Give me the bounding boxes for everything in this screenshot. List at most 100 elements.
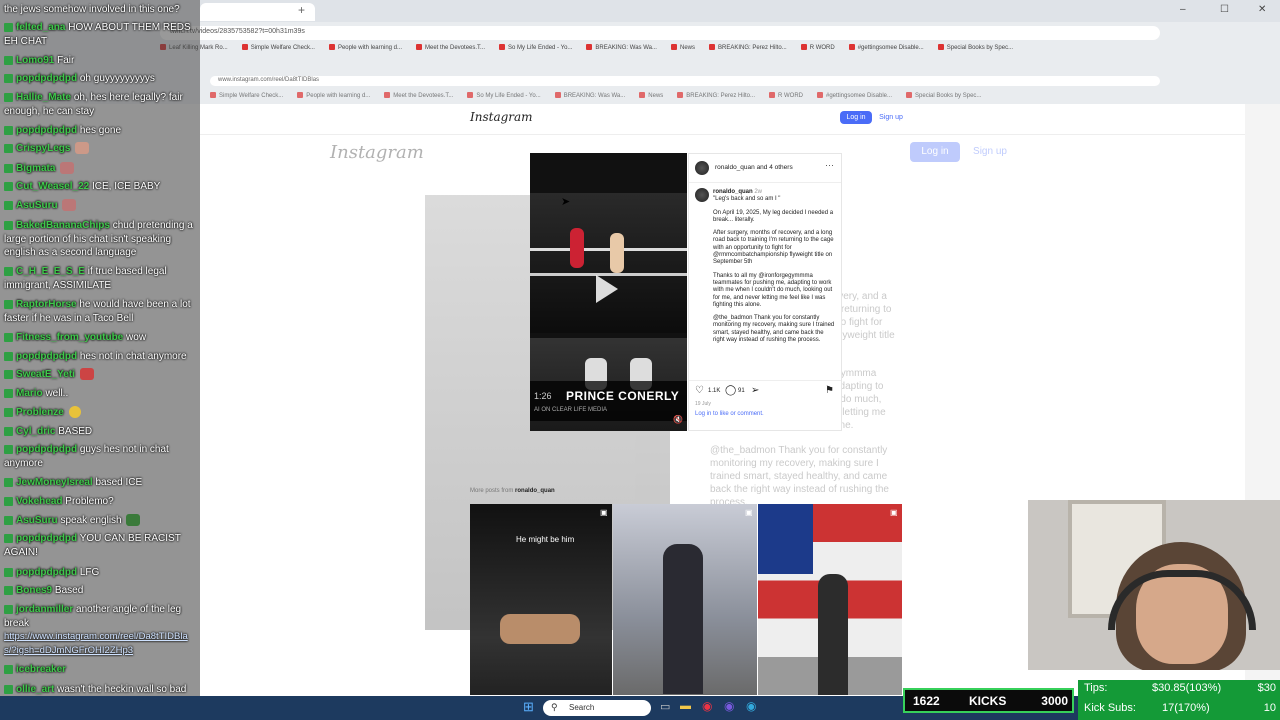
more-post-thumbnail[interactable]: ▣ xyxy=(613,504,757,695)
kicks-label: KICKS xyxy=(969,694,1007,708)
emote-icon xyxy=(75,142,90,155)
flag-canton xyxy=(758,504,813,574)
thumbnail-caption: He might be him xyxy=(516,535,575,544)
avatar[interactable] xyxy=(695,161,709,175)
comment-icon[interactable]: ◯ xyxy=(725,385,736,396)
subs-label: Kick Subs: xyxy=(1084,702,1136,714)
chat-message: RaptorHorse he would have been a lot fas… xyxy=(4,299,191,324)
chat-message: Bigmata xyxy=(4,162,198,176)
login-button[interactable]: Log in xyxy=(840,111,872,124)
reel-video-player[interactable]: 1:26 PRINCE CONERLY AI ON CLEAR LIFE MED… xyxy=(530,153,687,431)
post-author[interactable]: ronaldo_quan xyxy=(713,189,753,195)
video-timestamp: 1:26 xyxy=(534,391,552,401)
caption-paragraph: After surgery, months of recovery, and a… xyxy=(713,230,834,266)
inner-bookmarks-bar: Simple Welfare Check... People with learn… xyxy=(210,92,1280,104)
bookmark[interactable]: BREAKING: Was Wa... xyxy=(586,45,657,51)
tips-subs-panel: Tips: $30.85(103%) $30 Kick Subs: 17(170… xyxy=(1078,680,1280,720)
search-label: Search xyxy=(569,703,595,712)
caption-paragraph: @the_badmon Thank you for constantly mon… xyxy=(713,315,835,344)
more-post-thumbnail[interactable]: He might be him ▣ xyxy=(470,504,612,695)
video-subtitle: AI ON CLEAR LIFE MEDIA xyxy=(534,407,608,413)
post-header-user[interactable]: ronaldo_quan and 4 others xyxy=(715,164,793,171)
new-tab-button[interactable]: + xyxy=(290,3,320,21)
mute-icon[interactable]: 🔇 xyxy=(673,415,683,424)
webcam-feed xyxy=(1028,500,1280,670)
bookmark-icon[interactable]: ⚑ xyxy=(825,385,834,396)
chat-message: https://www.instagram.com/reel/Da8tTIDBl… xyxy=(4,630,198,657)
subs-goal: 10 xyxy=(1263,702,1276,714)
kicks-goal-bar: 1622 KICKS 3000 xyxy=(903,688,1074,713)
like-count: 1.1K xyxy=(708,388,721,394)
address-bar[interactable]: twitch.tv/videos/2835753582?t=00h31m39s xyxy=(160,26,1160,40)
emote-icon xyxy=(79,368,94,381)
chat-message: popdpdpdpd YOU CAN BE RACIST AGAIN! xyxy=(4,533,181,558)
chat-link[interactable]: https://www.instagram.com/reel/Da8tTIDBl… xyxy=(4,631,188,656)
bookmark[interactable]: So My Life Ended - Yo... xyxy=(499,45,572,51)
instagram-logo-ghost: Instagram xyxy=(330,142,424,163)
subs-value: 17(170%) xyxy=(1162,702,1210,714)
video-banner-name: PRINCE CONERLY xyxy=(566,389,680,403)
cage-scene xyxy=(530,193,687,333)
chat-message: Hallie_Mate oh, hes here legally? fair e… xyxy=(4,92,183,117)
app-icon[interactable]: ◉ xyxy=(746,699,756,713)
tab-bar: + – ☐ ✕ xyxy=(200,0,1280,22)
chat-message: popdpdpdpd hes gone xyxy=(4,124,198,138)
tips-goal: $30 xyxy=(1257,682,1276,694)
chat-message: felted_ana HOW ABOUT THEM REDS EH CHAT xyxy=(4,22,191,47)
bookmark[interactable]: R WORD xyxy=(801,45,835,51)
chat-message: popdpdpdpd guys hes not in chat anymore xyxy=(4,444,169,469)
fighter-figure xyxy=(663,544,703,694)
play-icon[interactable] xyxy=(596,275,618,303)
signup-button[interactable]: Sign up xyxy=(876,111,906,124)
bookmark[interactable]: People with learning d... xyxy=(329,45,402,51)
caption-line: "Leg's back and so am I " xyxy=(713,196,781,203)
post-caption: ronaldo_quan 2w "Leg's back and so am I … xyxy=(713,189,835,344)
bookmarks-bar: Leaf Killing Mark Ro...Simple Welfare Ch… xyxy=(160,44,1280,56)
more-post-thumbnail[interactable]: ▣ xyxy=(758,504,902,695)
chat-message: popdpdpdpd hes not in chat anymore xyxy=(4,350,198,364)
avatar[interactable] xyxy=(695,188,709,202)
windows-start-icon[interactable]: ⊞ xyxy=(523,699,534,715)
discord-icon[interactable]: ◉ xyxy=(724,699,734,713)
share-icon[interactable]: ➢ xyxy=(751,385,759,396)
chat-message: CrispyLegs xyxy=(4,142,198,156)
close-icon[interactable]: ✕ xyxy=(1258,4,1266,15)
tips-label: Tips: xyxy=(1084,682,1108,694)
emote-icon xyxy=(68,406,81,419)
bookmark[interactable]: News xyxy=(671,45,695,51)
post-date: 19 July xyxy=(695,401,711,407)
chat-message: AsuSuru xyxy=(4,199,198,213)
bookmark[interactable]: #gettingsomee Disable... xyxy=(849,45,924,51)
minimize-icon[interactable]: – xyxy=(1180,4,1186,15)
chat-message: Mario well.. xyxy=(4,387,198,401)
post-age: 2w xyxy=(754,189,763,195)
bookmark[interactable]: Simple Welfare Check... xyxy=(242,45,315,51)
task-view-icon[interactable]: ▭ xyxy=(660,700,670,713)
maximize-icon[interactable]: ☐ xyxy=(1220,4,1229,15)
chrome-icon[interactable]: ◉ xyxy=(702,699,712,713)
tips-value: $30.85(103%) xyxy=(1152,682,1222,694)
chat-message: popdpdpdpd LFG xyxy=(4,566,198,580)
inner-address-bar[interactable]: www.instagram.com/reel/Da8tTIDBlas xyxy=(210,76,1160,86)
more-posts-user-link[interactable]: ronaldo_quan xyxy=(515,488,555,494)
reel-icon: ▣ xyxy=(600,508,608,517)
cage-rope xyxy=(530,248,687,251)
like-icon[interactable]: ♡ xyxy=(695,385,704,396)
chat-message: BakedBananaChips chud pretending a large… xyxy=(4,220,193,258)
taskbar-search[interactable]: ⚲ Search xyxy=(543,700,651,716)
bookmark[interactable]: BREAKING: Perez Hilto... xyxy=(709,45,787,51)
post-panel: ronaldo_quan and 4 others ··· ronaldo_qu… xyxy=(688,153,842,431)
chat-message: icebreaker xyxy=(4,663,198,677)
chat-message: Problenze xyxy=(4,406,198,420)
file-explorer-icon[interactable]: ▬ xyxy=(680,700,691,712)
login-to-comment-link[interactable]: Log in to like or comment. xyxy=(695,411,764,417)
reel-icon: ▣ xyxy=(745,508,753,517)
more-options-icon[interactable]: ··· xyxy=(825,160,834,170)
divider xyxy=(689,182,841,183)
login-button-ghost: Log in xyxy=(910,142,960,162)
bookmark[interactable]: Meet the Devotees.T... xyxy=(416,45,485,51)
chat-message: Vokehead Problemo? xyxy=(4,495,198,509)
instagram-logo[interactable]: Instagram xyxy=(470,110,533,124)
bookmark[interactable]: Special Books by Spec... xyxy=(938,45,1013,51)
chat-message: popdpdpdpd oh guyyyyyyyyys xyxy=(4,72,198,86)
